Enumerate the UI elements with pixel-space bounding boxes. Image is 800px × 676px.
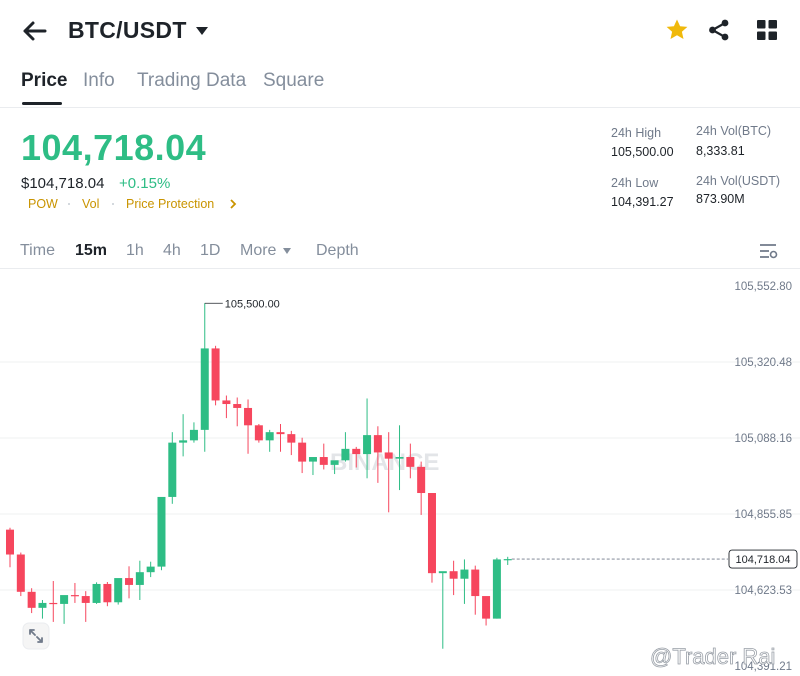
tag-pow[interactable]: POW [28, 197, 58, 211]
candle-body[interactable] [38, 602, 47, 608]
candle-body[interactable] [449, 571, 458, 579]
candle-body[interactable] [16, 554, 25, 592]
candle-body[interactable] [27, 591, 36, 608]
main-tabs: Price Info Trading Data Square [0, 62, 800, 108]
candle-body[interactable] [49, 602, 58, 605]
candle-body[interactable] [438, 571, 447, 574]
candle-body[interactable] [179, 440, 188, 443]
tag-separator [112, 203, 114, 205]
candle-body[interactable] [125, 578, 134, 585]
grid-icon[interactable] [754, 17, 780, 43]
top-bar: BTC/USDT [0, 0, 800, 62]
candle-body[interactable] [70, 595, 79, 597]
y-axis-label: 105,088.16 [734, 433, 792, 445]
chart-settings-icon[interactable] [757, 240, 779, 262]
chart-canvas: 105,552.80 105,320.48 105,088.16 104,855.85… [0, 268, 800, 673]
timeframe-1h[interactable]: 1h [126, 242, 144, 260]
credit-watermark: @Trader Rai [650, 644, 775, 669]
current-price-label: 104,718.04 [735, 554, 790, 566]
candle-body[interactable] [406, 457, 415, 467]
chevron-right-icon[interactable] [229, 199, 237, 209]
candle-body[interactable] [417, 466, 426, 494]
candle-body[interactable] [503, 559, 512, 561]
candle-body[interactable] [363, 435, 372, 455]
candle-body[interactable] [103, 583, 112, 603]
candle-body[interactable] [276, 432, 285, 435]
candle-body[interactable] [60, 595, 69, 604]
stat-low-label: 24h Low [611, 176, 659, 190]
candle-body[interactable] [254, 425, 263, 441]
timeframe-15m[interactable]: 15m [75, 242, 107, 260]
candle-body[interactable] [341, 448, 350, 461]
stat-vol-usdt-label: 24h Vol(USDT) [696, 174, 781, 188]
y-axis-label: 104,623.53 [734, 585, 792, 597]
candlestick-chart[interactable]: 105,552.80 105,320.48 105,088.16 104,855.85… [0, 268, 800, 676]
candle-body[interactable] [287, 434, 296, 443]
y-axis-label: 105,320.48 [734, 357, 792, 369]
candle-body[interactable] [157, 496, 166, 567]
back-arrow-icon[interactable] [18, 16, 50, 46]
candle-body[interactable] [81, 596, 90, 603]
candle-body[interactable] [189, 429, 198, 441]
timeframe-4h[interactable]: 4h [163, 242, 181, 260]
stat-high-label: 24h High [611, 126, 662, 140]
high-marker-label: 105,500.00 [225, 298, 280, 310]
star-icon[interactable] [664, 17, 690, 43]
stat-vol-btc-label: 24h Vol(BTC) [696, 124, 772, 138]
candle-body[interactable] [471, 569, 480, 597]
candle-body[interactable] [308, 457, 317, 462]
candle-body[interactable] [222, 400, 231, 405]
stat-vol-btc-value: 8,333.81 [696, 144, 745, 158]
caret-down-icon[interactable] [282, 247, 292, 255]
candle-body[interactable] [352, 448, 361, 455]
candle-body[interactable] [482, 596, 491, 619]
candle-body[interactable] [395, 457, 404, 459]
candle-body[interactable] [6, 529, 14, 555]
stat-high-value: 105,500.00 [611, 145, 674, 159]
timeframe-time[interactable]: Time [20, 242, 55, 260]
tag-separator [68, 203, 70, 205]
candle-body[interactable] [319, 457, 328, 465]
caret-down-icon[interactable] [194, 24, 210, 38]
active-tab-indicator [22, 102, 62, 105]
candle-body[interactable] [244, 407, 253, 426]
candle-body[interactable] [135, 572, 144, 585]
timeframe-depth[interactable]: Depth [316, 242, 359, 260]
tag-price-protection[interactable]: Price Protection [126, 197, 214, 211]
candle-body[interactable] [211, 348, 220, 401]
candle-body[interactable] [233, 404, 242, 408]
candle-body[interactable] [460, 569, 469, 579]
candle-body[interactable] [427, 493, 436, 574]
tab-trading-data[interactable]: Trading Data [137, 70, 246, 92]
usd-price: $104,718.04 [21, 175, 105, 192]
timeframe-more[interactable]: More [240, 242, 276, 260]
pair-title[interactable]: BTC/USDT [68, 17, 187, 44]
last-price: 104,718.04 [21, 127, 207, 168]
candle-body[interactable] [384, 452, 393, 459]
candle-body[interactable] [200, 348, 209, 430]
tag-vol[interactable]: Vol [82, 197, 99, 211]
tab-price[interactable]: Price [21, 70, 67, 92]
candle-body[interactable] [492, 559, 501, 619]
candle-body[interactable] [146, 566, 155, 573]
candle-body[interactable] [265, 432, 274, 441]
y-axis-label: 105,552.80 [734, 281, 792, 293]
tab-square[interactable]: Square [263, 70, 324, 92]
candle-body[interactable] [298, 442, 307, 462]
tab-info[interactable]: Info [83, 70, 115, 92]
stat-low-value: 104,391.27 [611, 195, 674, 209]
candle-body[interactable] [373, 435, 382, 453]
share-icon[interactable] [706, 17, 732, 43]
candle-body[interactable] [114, 578, 123, 603]
y-axis-label: 104,855.85 [734, 509, 792, 521]
price-change: +0.15% [119, 175, 171, 192]
timeframe-1d[interactable]: 1D [200, 242, 220, 260]
expand-icon[interactable] [22, 622, 50, 650]
candle-body[interactable] [168, 442, 177, 497]
candle-body[interactable] [330, 460, 339, 465]
stat-vol-usdt-value: 873.90M [696, 192, 745, 206]
candle-body[interactable] [92, 583, 101, 603]
